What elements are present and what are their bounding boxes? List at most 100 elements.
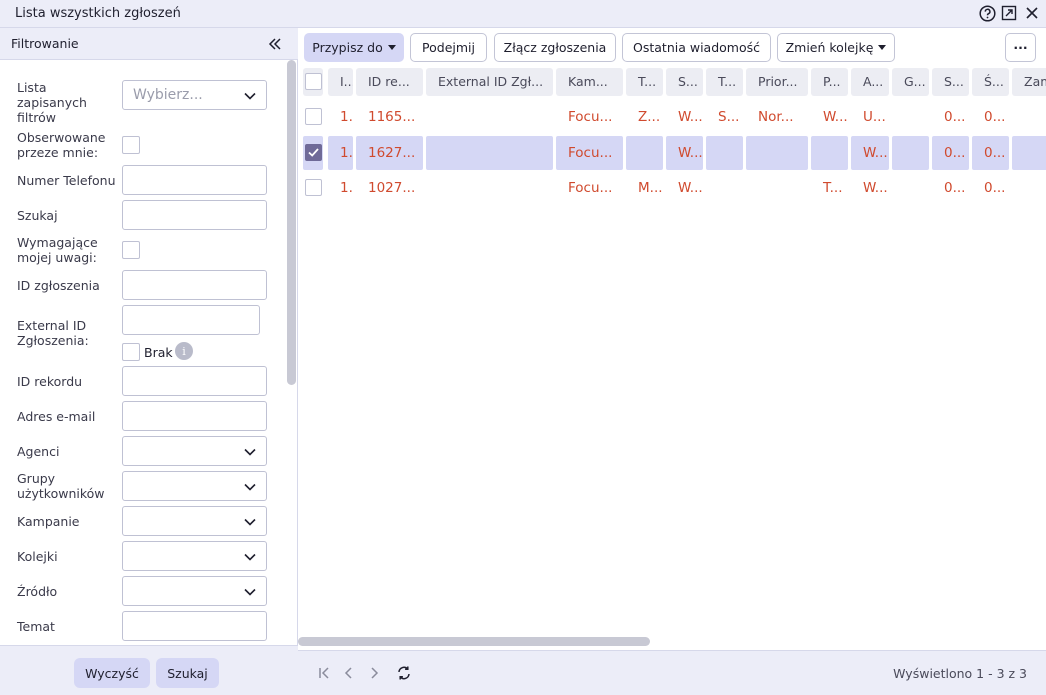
agents-label: Agenci — [17, 444, 60, 459]
table-cell: 0... — [944, 180, 966, 196]
table-cell: 1... — [340, 180, 353, 196]
ticket-id-label: ID zgłoszenia — [17, 278, 100, 293]
column-header[interactable]: G... — [892, 68, 929, 96]
take-label: Podejmij — [422, 40, 475, 55]
source-select[interactable] — [122, 576, 267, 606]
column-header[interactable]: P... — [811, 68, 848, 96]
info-icon[interactable]: i — [175, 342, 193, 360]
column-header[interactable]: S... — [932, 68, 969, 96]
filter-header: Filtrowanie — [0, 28, 298, 60]
take-button[interactable]: Podejmij — [410, 33, 487, 62]
caret-down-icon — [878, 45, 887, 50]
phone-label: Numer Telefonu — [17, 173, 116, 188]
collapse-panel-icon[interactable] — [266, 35, 284, 53]
table-cell — [706, 171, 743, 205]
table-cell — [426, 100, 553, 134]
table-row[interactable]: 1... 1027... Focu... M... W... T... W... 0... 0.… — [298, 171, 1046, 205]
subject-input[interactable] — [122, 611, 267, 641]
saved-filters-placeholder: Wybierz... — [133, 87, 203, 103]
last-message-button[interactable]: Ostatnia wiadomość — [622, 33, 771, 62]
filter-form: Lista zapisanych filtrów Wybierz... Obse… — [0, 60, 298, 645]
help-icon[interactable] — [978, 4, 996, 22]
saved-filters-select[interactable]: Wybierz... — [122, 80, 267, 110]
column-header[interactable]: Prior... — [746, 68, 808, 96]
queues-select[interactable] — [122, 541, 267, 571]
table-cell — [746, 171, 808, 205]
table-row[interactable]: 1... 1165... Focu... Z... W... S... Nor... W...… — [298, 100, 1046, 134]
table-cell: 0... — [984, 109, 1006, 125]
row-select-cell — [303, 171, 323, 205]
search-input[interactable] — [122, 200, 267, 230]
filter-title: Filtrowanie — [11, 36, 79, 51]
column-header[interactable]: Ś... — [972, 68, 1009, 96]
caret-down-icon — [387, 45, 396, 50]
table-cell: 1627... — [356, 136, 423, 170]
search-button[interactable]: Szukaj — [156, 658, 219, 688]
select-all-checkbox[interactable] — [305, 73, 322, 90]
column-header[interactable]: T... — [706, 68, 743, 96]
merge-button[interactable]: Złącz zgłoszenia — [494, 33, 616, 62]
none-label: Brak — [144, 345, 173, 360]
grid-header: I...ID re...External ID Zgł...Kam...T...… — [298, 66, 1046, 97]
filter-panel: Filtrowanie Lista zapisanych filtrów Wyb… — [0, 28, 298, 695]
table-cell: 0... — [932, 136, 969, 170]
popout-icon[interactable] — [1000, 4, 1018, 22]
observed-checkbox[interactable] — [122, 136, 140, 154]
refresh-icon[interactable] — [395, 664, 413, 682]
attention-label: Wymagające mojej uwagi: — [17, 235, 98, 265]
external-id-label: External ID Zgłoszenia: — [17, 318, 89, 348]
none-checkbox[interactable] — [122, 343, 140, 361]
row-checkbox[interactable] — [305, 179, 322, 196]
next-page-icon[interactable] — [365, 664, 383, 682]
row-checkbox[interactable] — [305, 108, 322, 125]
phone-input[interactable] — [122, 165, 267, 195]
filter-footer: Wyczyść Szukaj — [0, 645, 298, 695]
change-queue-button[interactable]: Zmień kolejkę — [777, 33, 895, 62]
chevron-down-icon — [244, 92, 256, 100]
table-cell — [1012, 171, 1046, 205]
assign-button[interactable]: Przypisz do — [304, 33, 404, 62]
ticket-id-input[interactable] — [122, 270, 267, 300]
pager: Wyświetlono 1 - 3 z 3 — [298, 650, 1046, 695]
header-select-all[interactable] — [303, 68, 323, 96]
clear-button[interactable]: Wyczyść — [74, 658, 150, 688]
table-cell — [892, 100, 929, 134]
table-cell: 0... — [972, 136, 1009, 170]
campaigns-select[interactable] — [122, 506, 267, 536]
saved-filters-label: Lista zapisanych filtrów — [17, 80, 87, 125]
column-header[interactable]: I... — [328, 68, 353, 96]
user-groups-select[interactable] — [122, 471, 267, 501]
table-cell: S... — [718, 109, 740, 125]
record-id-input[interactable] — [122, 366, 267, 396]
table-cell — [746, 136, 808, 170]
close-icon[interactable] — [1023, 4, 1041, 22]
column-header[interactable]: External ID Zgł... — [426, 68, 553, 96]
chevron-down-icon — [244, 483, 256, 491]
campaigns-label: Kampanie — [17, 514, 80, 529]
table-cell — [892, 136, 929, 170]
grid-horizontal-scrollbar[interactable] — [298, 637, 650, 646]
more-actions-button[interactable]: ··· — [1005, 33, 1036, 62]
source-label: Źródło — [17, 584, 58, 599]
email-input[interactable] — [122, 401, 267, 431]
table-cell: W... — [823, 109, 848, 125]
external-id-input[interactable] — [122, 305, 260, 335]
column-header[interactable]: Zam — [1012, 68, 1046, 96]
agents-select[interactable] — [122, 436, 267, 466]
prev-page-icon[interactable] — [340, 664, 358, 682]
filter-scrollbar[interactable] — [287, 60, 296, 385]
row-checkbox[interactable] — [305, 144, 322, 161]
first-page-icon[interactable] — [315, 664, 333, 682]
column-header[interactable]: A... — [851, 68, 889, 96]
attention-checkbox[interactable] — [122, 241, 140, 259]
column-header[interactable]: ID re... — [356, 68, 423, 96]
column-header[interactable]: S... — [666, 68, 703, 96]
column-header[interactable]: T... — [626, 68, 663, 96]
table-cell: W... — [666, 136, 703, 170]
chevron-down-icon — [244, 588, 256, 596]
table-cell: W... — [678, 180, 703, 196]
column-header[interactable]: Kam... — [556, 68, 623, 96]
table-cell — [1012, 136, 1046, 170]
table-row[interactable]: 1...1627... Focu... W... W... 0...0... — [298, 136, 1046, 170]
email-label: Adres e-mail — [17, 409, 96, 424]
